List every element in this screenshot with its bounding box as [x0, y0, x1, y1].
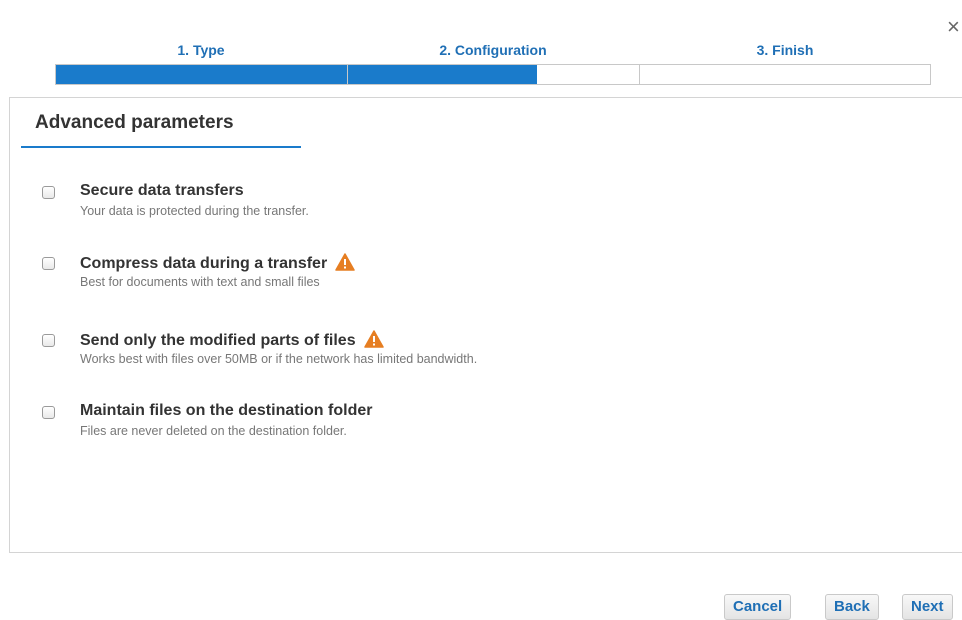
warning-icon [335, 253, 355, 271]
compress-data-checkbox[interactable] [42, 257, 55, 270]
secure-transfers-checkbox[interactable] [42, 186, 55, 199]
close-icon[interactable]: × [947, 16, 960, 38]
option-title: Send only the modified parts of files [80, 330, 384, 350]
title-underline [21, 146, 301, 148]
advanced-parameters-panel [9, 97, 962, 553]
option-title: Secure data transfers [80, 182, 244, 199]
option-title: Maintain files on the destination folder [80, 402, 373, 419]
wizard-progress-bar [55, 64, 931, 85]
cancel-button[interactable]: Cancel [724, 594, 792, 620]
step-finish-label: 3. Finish [756, 42, 814, 58]
modified-parts-checkbox[interactable] [42, 334, 55, 347]
wizard-steps: 1. Type 2. Configuration 3. Finish [55, 42, 932, 62]
next-button[interactable]: Next [902, 594, 953, 620]
option-description: Best for documents with text and small f… [80, 275, 320, 289]
option-title: Compress data during a transfer [80, 253, 355, 273]
panel-title: Advanced parameters [35, 112, 234, 133]
back-button[interactable]: Back [825, 594, 879, 620]
progress-segment-type [56, 65, 348, 84]
progress-segment-configuration [348, 65, 640, 84]
step-type-label: 1. Type [177, 42, 225, 58]
option-description: Files are never deleted on the destinati… [80, 424, 347, 438]
option-description: Works best with files over 50MB or if th… [80, 352, 478, 366]
maintain-files-checkbox[interactable] [42, 406, 55, 419]
warning-icon [363, 330, 384, 348]
step-configuration-label: 2. Configuration [439, 42, 547, 58]
option-description: Your data is protected during the transf… [80, 204, 309, 218]
